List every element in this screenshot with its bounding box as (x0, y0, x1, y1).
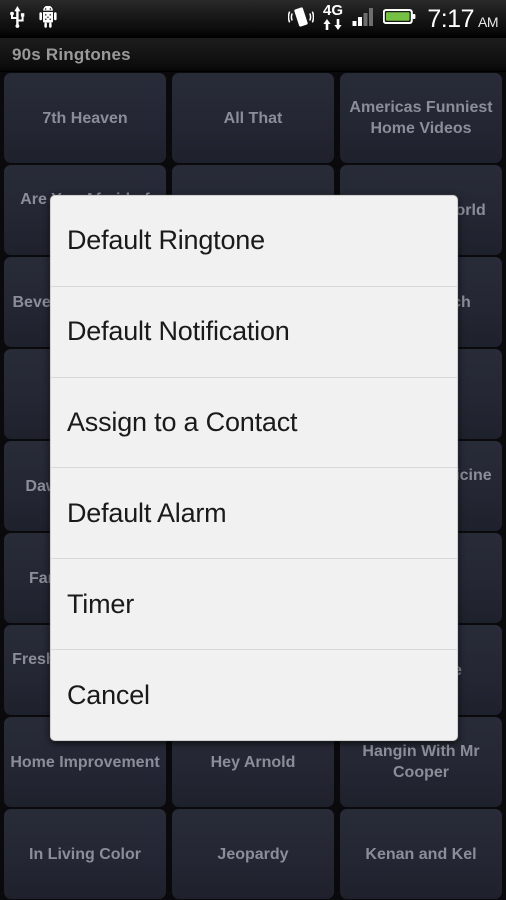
status-bar-left-icons (10, 5, 57, 33)
ringtone-tile[interactable]: 7th Heaven (4, 73, 166, 163)
dialog-item[interactable]: Default Ringtone (51, 196, 457, 286)
signal-bars-icon (352, 6, 376, 33)
network-4g-icon: 4G (321, 2, 345, 37)
app-title-bar: 90s Ringtones (0, 38, 506, 72)
usb-icon (10, 5, 25, 33)
dialog-item[interactable]: Default Alarm (51, 467, 457, 559)
vibrate-icon (288, 5, 315, 34)
grid-row: In Living Color Jeopardy Kenan and Kel (0, 809, 506, 899)
ringtone-action-dialog[interactable]: Default Ringtone Default Notification Assi… (50, 195, 458, 741)
status-bar-right-icons: 4G 7:17 AM (288, 2, 499, 37)
battery-icon (383, 7, 416, 31)
page-title: 90s Ringtones (12, 44, 131, 64)
android-screen: 4G 7:17 AM 90s Ringtones 7th Heaven All … (0, 0, 506, 900)
grid-row: 7th Heaven All That Americas Funniest Home… (0, 73, 506, 163)
clock-time: 7:17 (427, 4, 474, 33)
status-bar-clock: 7:17 AM (427, 4, 499, 33)
dialog-item[interactable]: Timer (51, 558, 457, 650)
dialog-item[interactable]: Default Notification (51, 285, 457, 377)
dialog-item[interactable]: Assign to a Contact (51, 376, 457, 468)
ringtone-tile[interactable]: Kenan and Kel (340, 809, 502, 899)
ringtone-tile[interactable]: All That (172, 73, 334, 163)
svg-text:4G: 4G (323, 2, 343, 19)
ringtone-tile[interactable]: In Living Color (4, 809, 166, 899)
status-bar: 4G 7:17 AM (0, 0, 506, 38)
clock-ampm: AM (478, 13, 499, 30)
android-robot-icon (39, 5, 57, 33)
dialog-item[interactable]: Cancel (51, 649, 457, 740)
ringtone-tile[interactable]: Jeopardy (172, 809, 334, 899)
ringtone-tile[interactable]: Americas Funniest Home Videos (340, 73, 502, 163)
